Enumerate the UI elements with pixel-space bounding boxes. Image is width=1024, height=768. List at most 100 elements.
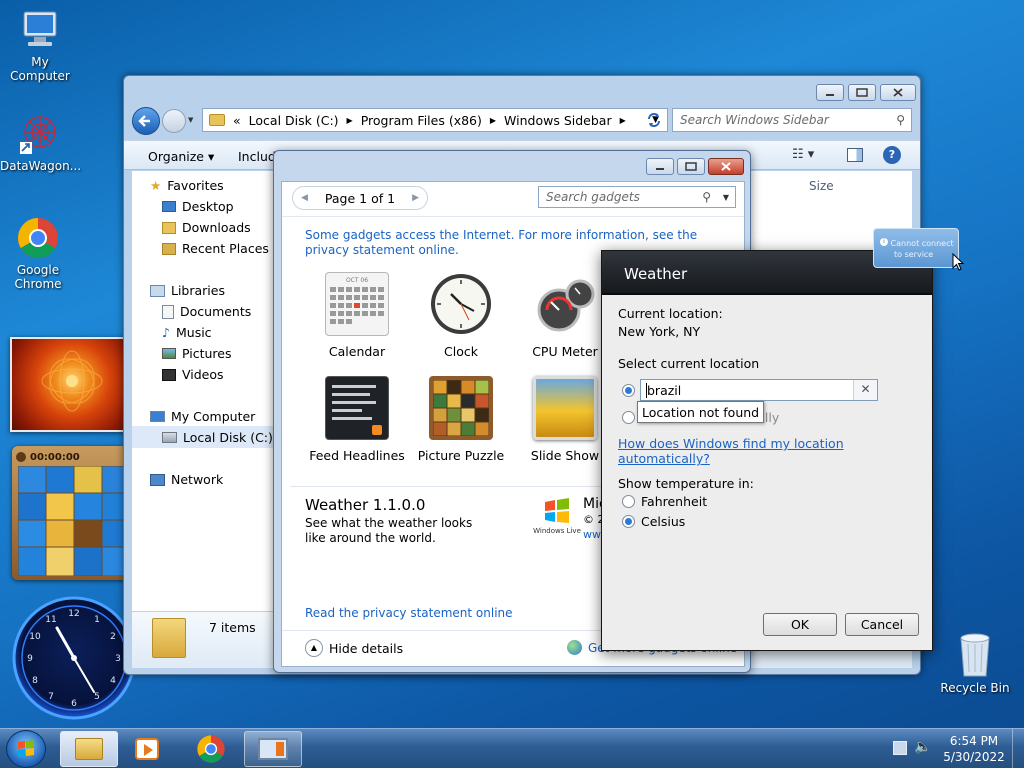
nav-downloads[interactable]: Downloads [162, 220, 251, 235]
column-header-size[interactable]: Size [809, 179, 834, 193]
search-icon[interactable]: ⚲ [702, 190, 711, 204]
taskbar-media-player[interactable] [118, 731, 176, 767]
gadget-tile-slide-show[interactable]: Slide Show [515, 376, 615, 463]
gadget-tile-cpu-meter[interactable]: CPU Meter [515, 272, 615, 359]
desktop-icon-datawagon[interactable]: DataWagon... [0, 112, 81, 173]
cancel-button[interactable]: Cancel [845, 613, 919, 636]
desktop-icon-google-chrome[interactable]: Google Chrome [0, 216, 78, 291]
show-desktop-button[interactable] [1012, 729, 1024, 768]
privacy-statement-link[interactable]: Read the privacy statement online [305, 606, 513, 620]
globe-icon [567, 640, 582, 655]
nav-music[interactable]: ♪ Music [162, 325, 212, 340]
clock[interactable]: 6:54 PM 5/30/2022 [942, 733, 1006, 765]
view-options-icon[interactable]: ☷ ▾ [792, 147, 814, 162]
taskbar-explorer[interactable] [60, 731, 118, 767]
volume-icon[interactable]: 🔈 [914, 739, 931, 755]
chevron-right-icon[interactable]: ▶ [490, 116, 496, 125]
fahrenheit-radio[interactable] [622, 495, 635, 508]
maximize-button[interactable] [848, 84, 876, 101]
nav-favorites[interactable]: ★ Favorites [150, 178, 224, 193]
celsius-label[interactable]: Celsius [641, 514, 685, 529]
address-bar[interactable]: « Local Disk (C:) ▶ Program Files (x86) … [202, 108, 668, 132]
gallery-maximize-button[interactable] [677, 158, 705, 175]
desktop-icon-recycle-bin[interactable]: Recycle Bin [935, 630, 1015, 695]
forward-button[interactable] [162, 109, 186, 133]
previous-page-button[interactable]: ◀ [301, 193, 308, 203]
gadget-tile-calendar[interactable]: OCT 06 Calendar [307, 272, 407, 359]
toolbar-divider [282, 216, 744, 217]
start-button[interactable] [6, 730, 46, 768]
recycle-bin-icon [955, 630, 995, 678]
gadget-tile-picture-puzzle[interactable]: Picture Puzzle [411, 376, 511, 463]
breadcrumb-item[interactable]: Windows Sidebar [504, 113, 612, 128]
navigation-pane: ★ Favorites Desktop Downloads Recent Plac… [132, 171, 274, 611]
desktop-icon-my-computer[interactable]: My Computer [0, 8, 80, 83]
nav-videos[interactable]: Videos [162, 367, 224, 382]
nav-network[interactable]: Network [150, 472, 223, 487]
breadcrumb-item[interactable]: Local Disk (C:) [249, 113, 339, 128]
location-search-text[interactable]: brazil [647, 383, 681, 398]
search-icon[interactable]: ⚲ [896, 113, 905, 127]
slideshow-gadget[interactable] [10, 337, 135, 432]
nav-my-computer[interactable]: My Computer [150, 409, 255, 424]
desktop-icon-label: My Computer [10, 55, 70, 83]
gadget-tile-feed-headlines[interactable]: Feed Headlines [307, 376, 407, 463]
nav-libraries[interactable]: Libraries [150, 283, 225, 298]
organize-button[interactable]: Organize ▾ [148, 149, 214, 164]
taskbar-gadgets[interactable] [244, 731, 302, 767]
next-page-button[interactable]: ▶ [412, 193, 419, 203]
refresh-button[interactable] [642, 108, 666, 132]
publisher-link[interactable]: ww [583, 528, 601, 541]
fahrenheit-label[interactable]: Fahrenheit [641, 494, 707, 509]
search-dropdown-icon[interactable]: ▼ [723, 193, 729, 202]
nav-desktop[interactable]: Desktop [162, 199, 234, 214]
arrow-left-icon [138, 115, 150, 127]
libraries-icon [150, 284, 165, 297]
gallery-close-button[interactable] [708, 158, 744, 175]
clear-search-button[interactable]: ✕ [853, 380, 877, 400]
history-dropdown[interactable]: ▼ [188, 116, 196, 126]
back-button[interactable] [132, 107, 160, 135]
clock-gadget[interactable]: 12 1 2 3 4 5 6 7 8 9 10 11 [12, 596, 136, 720]
slide-show-icon [533, 376, 597, 440]
desktop-icon-label: Recycle Bin [940, 681, 1010, 695]
action-center-icon[interactable] [893, 741, 907, 755]
gallery-minimize-button[interactable] [646, 158, 674, 175]
gadget-label: Feed Headlines [309, 448, 405, 463]
auto-location-radio[interactable] [622, 411, 635, 424]
preview-pane-icon[interactable] [847, 148, 863, 162]
taskbar-chrome[interactable] [182, 731, 240, 767]
gadget-label: Picture Puzzle [417, 448, 505, 463]
nav-local-disk[interactable]: Local Disk (C:) [132, 426, 274, 448]
location-help-link[interactable]: How does Windows find my location automa… [618, 436, 932, 466]
explorer-search-input[interactable]: Search Windows Sidebar ⚲ [672, 108, 912, 132]
current-location-value: New York, NY [618, 324, 701, 339]
breadcrumb-item[interactable]: Program Files (x86) [361, 113, 482, 128]
search-location-radio[interactable] [622, 384, 635, 397]
close-button[interactable] [880, 84, 916, 101]
include-in-library-button[interactable]: Includ [238, 149, 276, 164]
help-icon[interactable]: ? [883, 146, 901, 164]
picture-puzzle-gadget[interactable]: 00:00:00 [12, 446, 136, 580]
svg-text:6: 6 [71, 699, 77, 709]
folder-icon [75, 738, 103, 760]
minimize-button[interactable] [816, 84, 844, 101]
nav-pictures[interactable]: Pictures [162, 346, 232, 361]
chevron-right-icon[interactable]: ▶ [620, 116, 626, 125]
nav-recent-places[interactable]: Recent Places [162, 241, 269, 256]
pause-icon[interactable] [16, 452, 26, 462]
celsius-radio[interactable] [622, 515, 635, 528]
chevron-right-icon[interactable]: ▶ [347, 116, 353, 125]
desktop-icon [162, 201, 176, 212]
windows-logo-icon [18, 740, 34, 757]
gadget-label: Slide Show [530, 448, 600, 463]
breadcrumb-prefix[interactable]: « [233, 113, 241, 128]
location-search-field[interactable]: brazil ✕ [640, 379, 878, 401]
gadget-tile-clock[interactable]: Clock [411, 272, 511, 359]
nav-documents[interactable]: Documents [162, 304, 251, 319]
weather-connection-notification[interactable]: i Cannot connect to service [873, 228, 959, 268]
ok-button[interactable]: OK [763, 613, 837, 636]
gadget-search-input[interactable]: Search gadgets ⚲ ▼ [538, 186, 736, 208]
weather-settings-dialog[interactable]: Weather Current location: New York, NY S… [601, 250, 933, 651]
hide-details-button[interactable]: ▲ Hide details [305, 639, 403, 657]
